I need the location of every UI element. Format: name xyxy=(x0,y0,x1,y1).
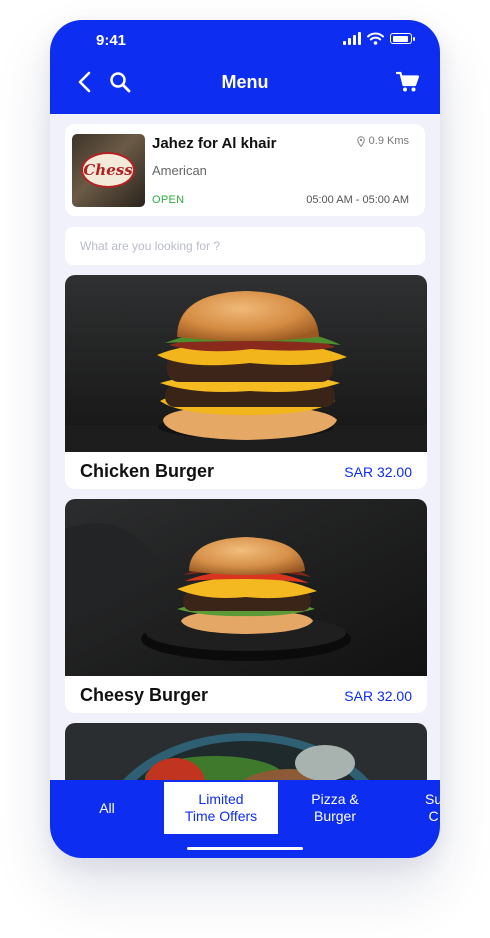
menu-item-name: Chicken Burger xyxy=(80,461,215,481)
restaurant-hours: 05:00 AM - 05:00 AM xyxy=(306,194,409,206)
distance-text: 0.9 Kms xyxy=(368,135,409,147)
restaurant-status: OPEN xyxy=(152,194,185,206)
burger-image xyxy=(65,275,427,452)
restaurant-logo: Chess xyxy=(72,134,145,207)
burger-image xyxy=(65,499,427,676)
cart-icon[interactable] xyxy=(396,70,420,94)
status-icons xyxy=(343,32,415,45)
menu-item-price: SAR 32.00 xyxy=(344,464,412,480)
menu-item-card[interactable] xyxy=(65,723,427,780)
restaurant-name: Jahez for Al khair xyxy=(152,135,277,152)
wifi-icon xyxy=(367,32,384,45)
tab-all[interactable]: All xyxy=(50,782,164,834)
tab-partial[interactable]: Su C xyxy=(392,782,440,834)
tab-limited-time-offers[interactable]: Limited Time Offers xyxy=(164,782,278,834)
battery-icon xyxy=(390,33,415,44)
page-title: Menu xyxy=(221,72,269,92)
app-header: 9:41 Menu xyxy=(50,20,440,114)
tab-label: Limited Time Offers xyxy=(184,791,258,824)
tab-label: Su C xyxy=(425,791,440,824)
home-indicator[interactable] xyxy=(187,847,303,850)
restaurant-distance: 0.9 Kms xyxy=(356,135,409,147)
restaurant-cuisine: American xyxy=(152,163,207,178)
restaurant-logo-mark: Chess xyxy=(81,152,135,188)
phone-frame: 9:41 Menu Chess Jahez for Al khair Ameri… xyxy=(50,20,440,858)
tab-pizza-burger[interactable]: Pizza & Burger xyxy=(278,782,392,834)
status-time: 9:41 xyxy=(96,32,127,49)
salad-bowl-image xyxy=(65,723,427,780)
location-pin-icon xyxy=(356,135,365,147)
menu-item-card[interactable]: Cheesy Burger SAR 32.00 xyxy=(65,499,427,713)
search-input[interactable] xyxy=(65,227,425,265)
category-tab-bar: All Limited Time Offers Pizza & Burger S… xyxy=(50,780,440,858)
menu-item-name: Cheesy Burger xyxy=(80,685,209,705)
restaurant-card[interactable]: Chess Jahez for Al khair American OPEN 0… xyxy=(65,124,425,216)
signal-icon xyxy=(343,32,361,45)
menu-item-card[interactable]: Chicken Burger SAR 32.00 xyxy=(65,275,427,489)
menu-item-price: SAR 32.00 xyxy=(344,688,412,704)
tab-label: Pizza & Burger xyxy=(311,791,359,824)
menu-content: Chess Jahez for Al khair American OPEN 0… xyxy=(50,114,440,780)
